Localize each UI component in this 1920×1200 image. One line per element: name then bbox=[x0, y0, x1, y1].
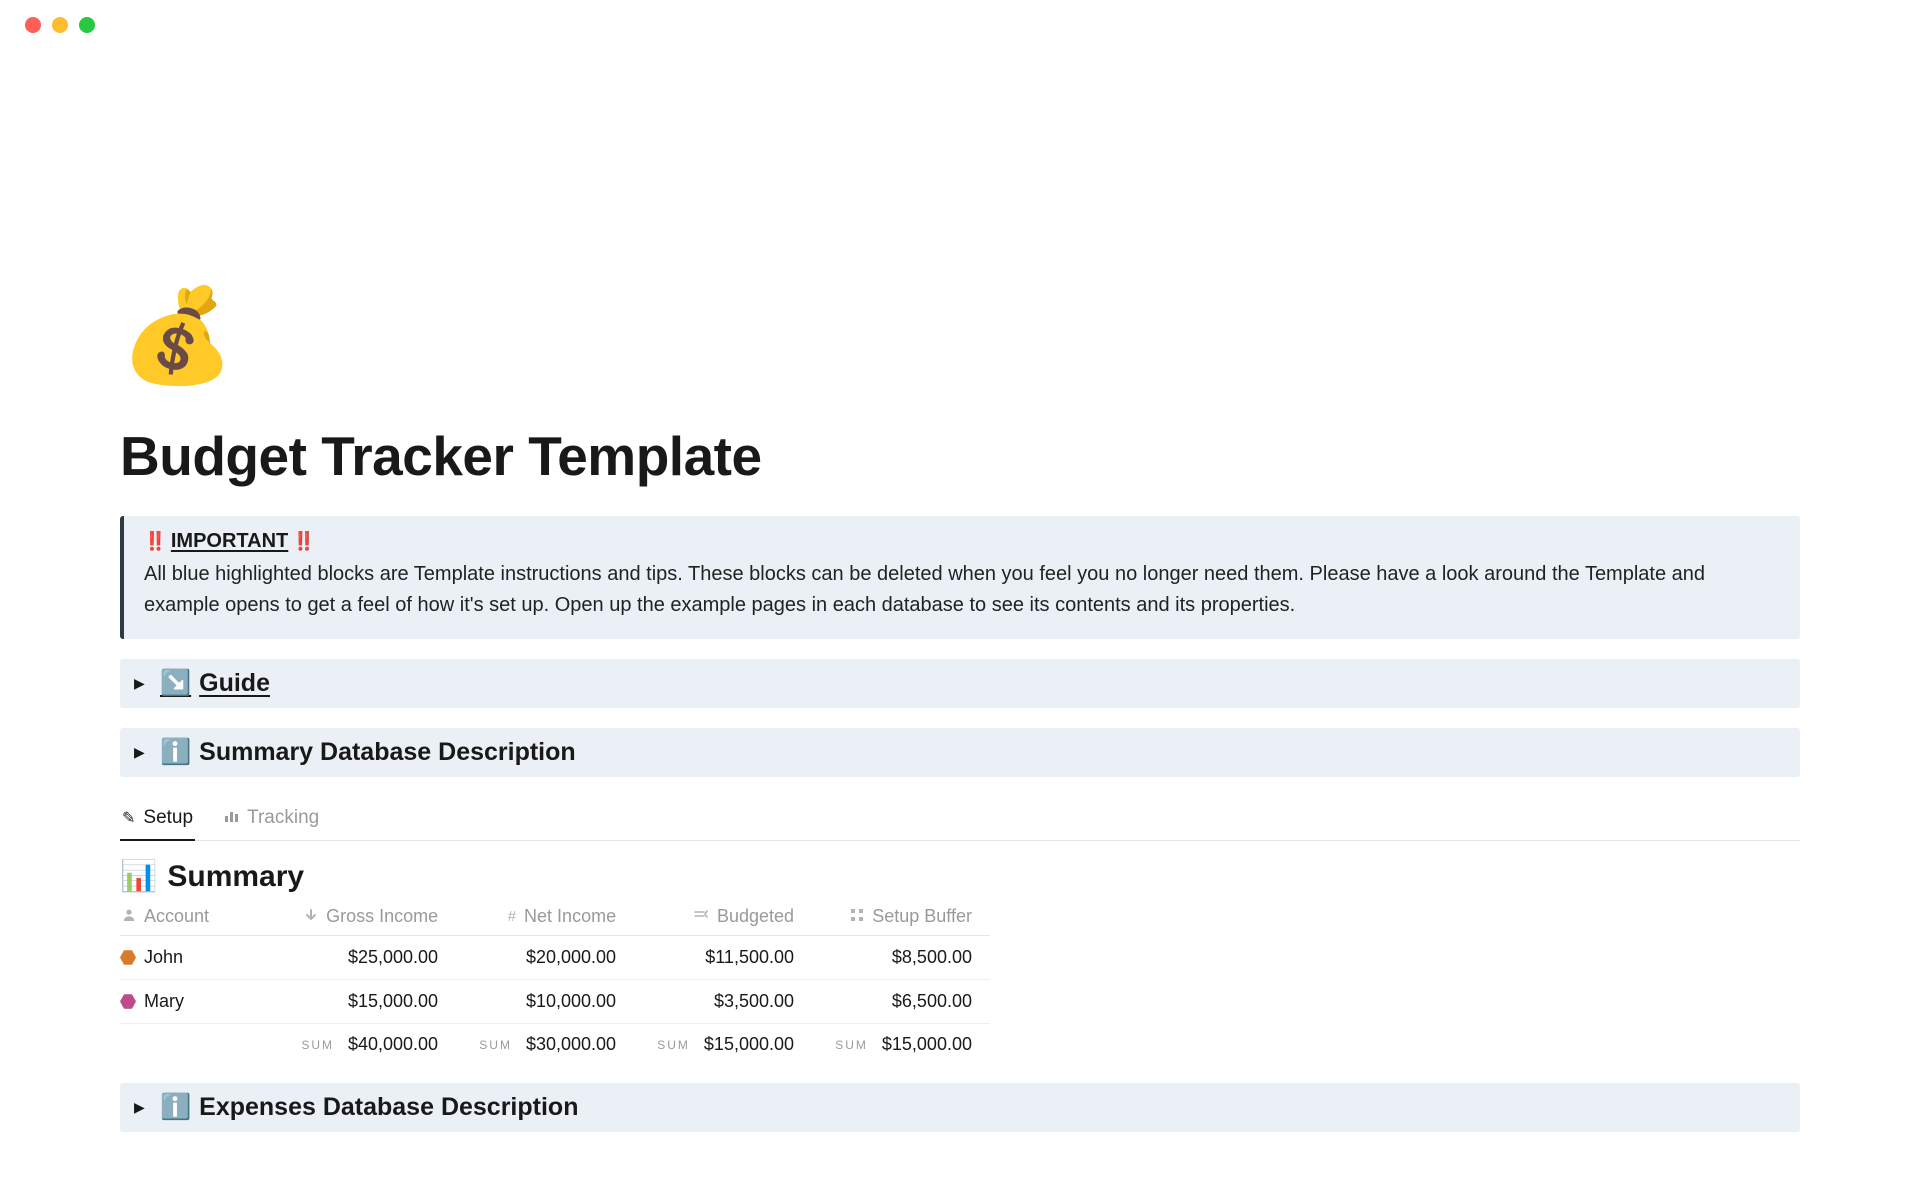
summary-table: Account Gross Income # Net Income Bu bbox=[120, 906, 990, 1055]
cell-budgeted: $11,500.00 bbox=[634, 947, 812, 968]
toggle-caret-icon: ▶ bbox=[134, 675, 148, 692]
cell-text: Mary bbox=[144, 991, 184, 1012]
page-content: 💰 Budget Tracker Template ‼️ IMPORTANT ‼… bbox=[0, 50, 1920, 1200]
column-header-buffer[interactable]: Setup Buffer bbox=[812, 906, 990, 927]
database-title-text: Summary bbox=[167, 860, 304, 894]
arrow-down-icon bbox=[304, 908, 318, 926]
cell-account: Mary bbox=[120, 991, 278, 1012]
sum-value: $30,000.00 bbox=[526, 1034, 616, 1055]
sum-value: $40,000.00 bbox=[348, 1034, 438, 1055]
tab-tracking[interactable]: Tracking bbox=[221, 799, 321, 841]
toggle-text: Summary Database Description bbox=[199, 738, 576, 767]
sum-buffer: SUM $15,000.00 bbox=[812, 1034, 990, 1055]
cell-budgeted: $3,500.00 bbox=[634, 991, 812, 1012]
column-header-budgeted[interactable]: Budgeted bbox=[634, 906, 812, 927]
cell-gross: $15,000.00 bbox=[278, 991, 456, 1012]
sum-label: SUM bbox=[835, 1038, 868, 1052]
database-title[interactable]: 📊 Summary bbox=[120, 859, 1800, 894]
cell-buffer: $6,500.00 bbox=[812, 991, 990, 1012]
table-row[interactable]: John $25,000.00 $20,000.00 $11,500.00 $8… bbox=[120, 936, 990, 980]
view-tabs: ✎ Setup Tracking bbox=[120, 799, 1800, 841]
hash-icon: # bbox=[508, 908, 516, 925]
cell-buffer: $8,500.00 bbox=[812, 947, 990, 968]
cell-text: John bbox=[144, 947, 183, 968]
cell-gross: $25,000.00 bbox=[278, 947, 456, 968]
table-row[interactable]: Mary $15,000.00 $10,000.00 $3,500.00 $6,… bbox=[120, 980, 990, 1024]
toggle-text: Expenses Database Description bbox=[199, 1093, 578, 1122]
page-icon[interactable]: 💰 bbox=[120, 290, 1800, 382]
header-text: Budgeted bbox=[717, 906, 794, 927]
column-header-account[interactable]: Account bbox=[120, 906, 278, 927]
bar-chart-icon: 📊 bbox=[120, 859, 157, 894]
formula-icon bbox=[693, 908, 709, 926]
toggle-label: ℹ️ Summary Database Description bbox=[160, 738, 576, 767]
window-close-button[interactable] bbox=[25, 17, 41, 33]
cell-net: $10,000.00 bbox=[456, 991, 634, 1012]
window-zoom-button[interactable] bbox=[79, 17, 95, 33]
toggle-expenses-description[interactable]: ▶ ℹ️ Expenses Database Description bbox=[120, 1083, 1800, 1132]
sum-gross: SUM $40,000.00 bbox=[278, 1034, 456, 1055]
window-minimize-button[interactable] bbox=[52, 17, 68, 33]
pencil-icon: ✎ bbox=[122, 808, 135, 828]
app-window: 💰 Budget Tracker Template ‼️ IMPORTANT ‼… bbox=[0, 0, 1920, 1200]
toggle-label: ↘️ Guide bbox=[160, 669, 270, 698]
toggle-caret-icon: ▶ bbox=[134, 1099, 148, 1116]
callout-title: IMPORTANT bbox=[171, 530, 288, 552]
bar-chart-icon bbox=[223, 808, 239, 829]
info-icon: ℹ️ bbox=[160, 738, 191, 767]
header-text: Gross Income bbox=[326, 906, 438, 927]
hexagon-icon bbox=[120, 994, 136, 1010]
sum-budgeted: SUM $15,000.00 bbox=[634, 1034, 812, 1055]
tab-label: Setup bbox=[143, 807, 193, 829]
toggle-summary-description[interactable]: ▶ ℹ️ Summary Database Description bbox=[120, 728, 1800, 777]
page-title[interactable]: Budget Tracker Template bbox=[120, 424, 1800, 488]
header-text: Setup Buffer bbox=[872, 906, 972, 927]
sum-label: SUM bbox=[657, 1038, 690, 1052]
arrow-down-right-icon: ↘️ bbox=[160, 669, 191, 698]
toggle-text: Guide bbox=[199, 669, 270, 698]
callout-body: All blue highlighted blocks are Template… bbox=[144, 559, 1780, 621]
grid-icon bbox=[850, 908, 864, 926]
toggle-label: ℹ️ Expenses Database Description bbox=[160, 1093, 578, 1122]
toggle-caret-icon: ▶ bbox=[134, 744, 148, 761]
person-icon bbox=[122, 908, 136, 926]
warning-icon: ‼️ bbox=[293, 531, 315, 552]
info-icon: ℹ️ bbox=[160, 1093, 191, 1122]
tab-setup[interactable]: ✎ Setup bbox=[120, 799, 195, 841]
window-titlebar bbox=[0, 0, 1920, 50]
warning-icon: ‼️ bbox=[144, 531, 166, 552]
table-header-row: Account Gross Income # Net Income Bu bbox=[120, 906, 990, 936]
sum-label: SUM bbox=[301, 1038, 334, 1052]
sum-value: $15,000.00 bbox=[704, 1034, 794, 1055]
header-text: Net Income bbox=[524, 906, 616, 927]
cell-account: John bbox=[120, 947, 278, 968]
header-text: Account bbox=[144, 906, 209, 927]
callout-heading: ‼️ IMPORTANT ‼️ bbox=[144, 530, 1780, 553]
hexagon-icon bbox=[120, 950, 136, 966]
tab-label: Tracking bbox=[247, 807, 319, 829]
column-header-gross[interactable]: Gross Income bbox=[278, 906, 456, 927]
toggle-guide[interactable]: ▶ ↘️ Guide bbox=[120, 659, 1800, 708]
column-header-net[interactable]: # Net Income bbox=[456, 906, 634, 927]
sum-value: $15,000.00 bbox=[882, 1034, 972, 1055]
cell-net: $20,000.00 bbox=[456, 947, 634, 968]
sum-net: SUM $30,000.00 bbox=[456, 1034, 634, 1055]
important-callout: ‼️ IMPORTANT ‼️ All blue highlighted blo… bbox=[120, 516, 1800, 639]
sum-label: SUM bbox=[479, 1038, 512, 1052]
table-footer-row: SUM $40,000.00 SUM $30,000.00 SUM $15,00… bbox=[120, 1024, 990, 1055]
